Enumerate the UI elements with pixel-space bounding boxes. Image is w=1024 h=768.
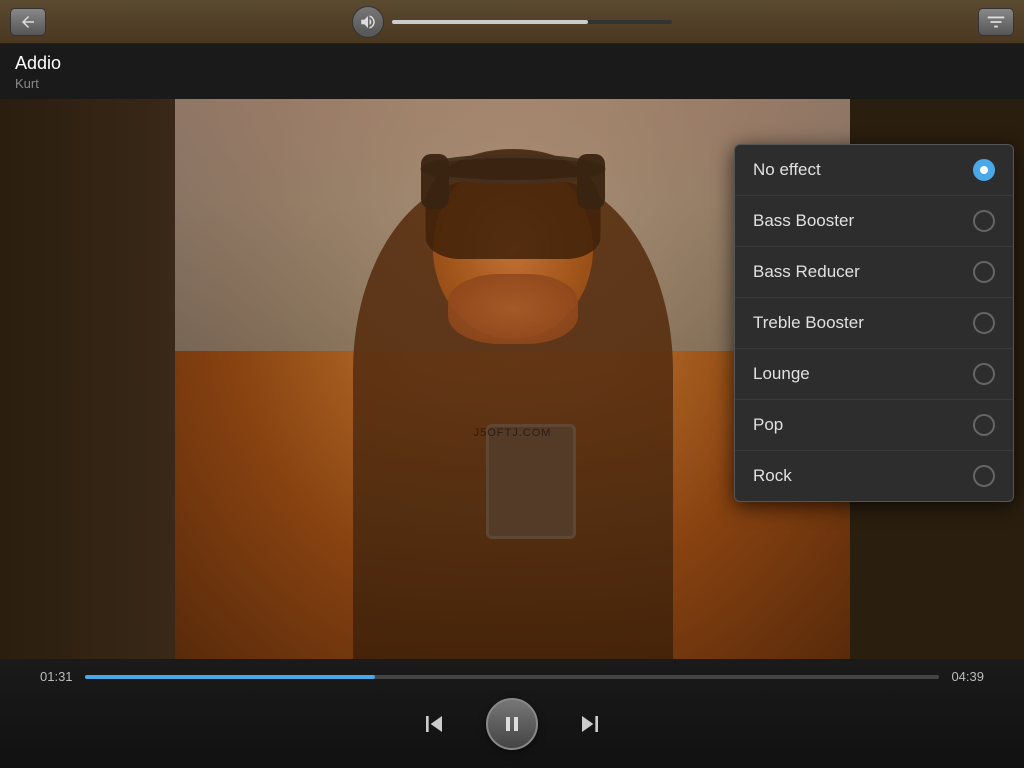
eq-items-list: No effect Bass Booster Bass Reducer Treble … xyxy=(735,145,1013,501)
eq-item-pop[interactable]: Pop xyxy=(735,400,1013,451)
radio-circle xyxy=(973,159,995,181)
pause-button[interactable] xyxy=(486,698,538,750)
total-time: 04:39 xyxy=(949,669,984,684)
track-subtitle: Kurt xyxy=(15,76,1009,91)
prev-button[interactable] xyxy=(412,702,456,746)
eq-item-treble-booster[interactable]: Treble Booster xyxy=(735,298,1013,349)
radio-circle xyxy=(973,465,995,487)
volume-icon xyxy=(359,13,377,31)
left-sidebar xyxy=(0,99,175,659)
watermark: J5OFTJ.COM xyxy=(474,427,552,439)
equalizer-button[interactable] xyxy=(978,8,1014,36)
current-time: 01:31 xyxy=(40,669,75,684)
eq-item-rock[interactable]: Rock xyxy=(735,451,1013,501)
progress-fill xyxy=(85,675,375,679)
next-icon xyxy=(574,708,606,740)
eq-item-label: Treble Booster xyxy=(753,313,864,333)
eq-item-no-effect[interactable]: No effect xyxy=(735,145,1013,196)
playback-controls xyxy=(412,698,612,750)
eq-item-bass-booster[interactable]: Bass Booster xyxy=(735,196,1013,247)
eq-item-label: Bass Reducer xyxy=(753,262,860,282)
eq-item-bass-reducer[interactable]: Bass Reducer xyxy=(735,247,1013,298)
eq-item-label: Lounge xyxy=(753,364,810,384)
main-content: J5OFTJ.COM No effect Bass Booster Bass Red… xyxy=(0,99,1024,659)
prev-icon xyxy=(418,708,450,740)
eq-item-label: Pop xyxy=(753,415,783,435)
volume-control xyxy=(352,6,672,38)
next-button[interactable] xyxy=(568,702,612,746)
progress-bar[interactable] xyxy=(85,675,939,679)
radio-circle xyxy=(973,261,995,283)
pause-icon xyxy=(500,712,524,736)
eq-item-label: Bass Booster xyxy=(753,211,854,231)
radio-circle xyxy=(973,312,995,334)
eq-item-lounge[interactable]: Lounge xyxy=(735,349,1013,400)
back-button[interactable] xyxy=(10,8,46,36)
back-icon xyxy=(19,13,37,31)
eq-item-label: No effect xyxy=(753,160,821,180)
radio-circle xyxy=(973,210,995,232)
track-title: Addio xyxy=(15,53,1009,74)
volume-icon-button[interactable] xyxy=(352,6,384,38)
eq-dropdown: No effect Bass Booster Bass Reducer Treble … xyxy=(734,144,1014,502)
bottom-bar: 01:31 04:39 xyxy=(0,659,1024,768)
progress-area: 01:31 04:39 xyxy=(0,659,1024,690)
radio-circle xyxy=(973,414,995,436)
top-bar xyxy=(0,0,1024,44)
volume-slider[interactable] xyxy=(392,20,672,24)
eq-item-label: Rock xyxy=(753,466,792,486)
radio-circle xyxy=(973,363,995,385)
track-info: Addio Kurt xyxy=(0,44,1024,99)
equalizer-icon xyxy=(985,11,1007,33)
volume-fill xyxy=(392,20,588,24)
